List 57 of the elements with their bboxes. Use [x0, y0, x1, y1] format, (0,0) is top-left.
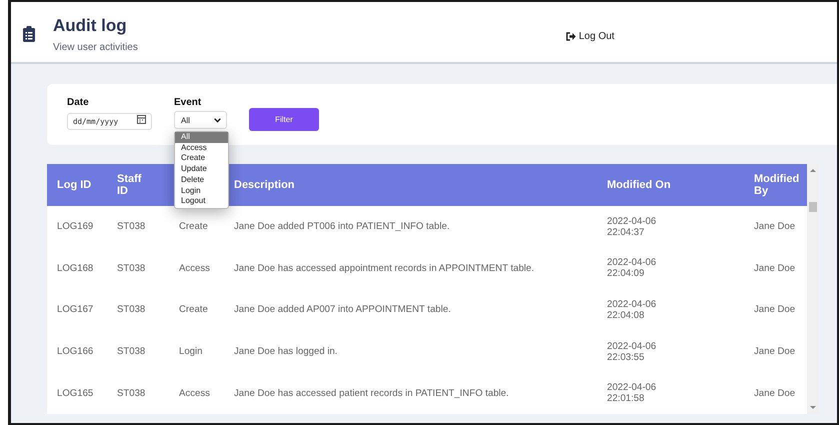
table-cell: ST038	[117, 262, 146, 274]
event-dropdown[interactable]: All	[174, 111, 227, 129]
table-cell: Access	[179, 262, 210, 274]
clipboard-icon	[23, 26, 35, 42]
table-cell: LOG165	[57, 388, 94, 399]
table-cell: LOG169	[57, 221, 94, 232]
scroll-down-icon[interactable]	[810, 406, 816, 410]
event-option[interactable]: Access	[175, 142, 228, 154]
table-cell: ST038	[117, 221, 146, 232]
table-cell: Jane Doe added AP007 into APPOINTMENT table.	[234, 304, 451, 316]
date-label: Date	[67, 97, 90, 108]
table-cell: Login	[179, 346, 202, 358]
table-cell: Jane Doe has accessed appointment records in APPOINTMENT table.	[234, 262, 534, 274]
logout-link[interactable]: Log Out	[566, 30, 614, 42]
event-option[interactable]: Update	[175, 164, 228, 175]
table-cell: Jane Doe	[754, 304, 796, 316]
column-header: Staff ID	[117, 173, 142, 197]
event-option[interactable]: Create	[175, 153, 228, 164]
scrollbar[interactable]	[807, 164, 819, 414]
table-cell: Create	[179, 221, 208, 232]
table-cell: Create	[179, 304, 208, 316]
scrollbar-thumb[interactable]	[809, 202, 817, 212]
table-cell: LOG167	[57, 304, 94, 316]
scroll-up-icon[interactable]	[810, 168, 816, 172]
table-cell: Jane Doe	[754, 262, 796, 274]
table-cell: ST038	[117, 388, 146, 399]
table-cell: LOG166	[57, 346, 94, 358]
table-cell: Jane Doe added PT006 into PATIENT_INFO table.	[234, 221, 450, 232]
table-cell-text: 2022-04-06 22:04:08	[607, 298, 658, 321]
event-option[interactable]: Delete	[175, 174, 228, 186]
table-cell: Jane Doe has logged in.	[234, 346, 338, 358]
table-cell-text: 2022-04-06 22:04:37	[607, 216, 658, 238]
event-option[interactable]: Logout	[175, 196, 228, 207]
column-header: Log ID	[57, 179, 92, 191]
table-cell: ST038	[117, 346, 146, 358]
column-header: Modified By	[754, 173, 800, 197]
column-header: Modified On	[607, 179, 671, 191]
table-cell-text: 2022-04-06 22:03:55	[607, 340, 658, 363]
filter-button[interactable]: Filter	[249, 108, 319, 131]
table-cell: Jane Doe has accessed patient records in PATIENT_INFO table.	[234, 388, 509, 399]
page-subtitle: View user activities	[53, 42, 138, 53]
column-header: Description	[234, 179, 295, 191]
table-cell: LOG168	[57, 262, 94, 274]
table-cell: Jane Doe	[754, 388, 796, 399]
calendar-icon[interactable]	[137, 115, 146, 124]
table-cell: ST038	[117, 304, 146, 316]
page-title: Audit log	[53, 16, 128, 36]
event-option[interactable]: Login	[175, 186, 228, 196]
event-label: Event	[174, 97, 202, 108]
table-cell: Access	[179, 388, 210, 399]
table-cell: Jane Doe	[754, 346, 796, 358]
table-cell: Jane Doe	[754, 221, 796, 232]
table-cell-text: 2022-04-06 22:04:09	[607, 257, 658, 280]
chevron-down-icon	[214, 118, 221, 122]
event-option[interactable]: All	[175, 132, 228, 143]
logout-icon	[566, 32, 576, 40]
table-cell-text: 2022-04-06 22:01:58	[607, 382, 658, 404]
